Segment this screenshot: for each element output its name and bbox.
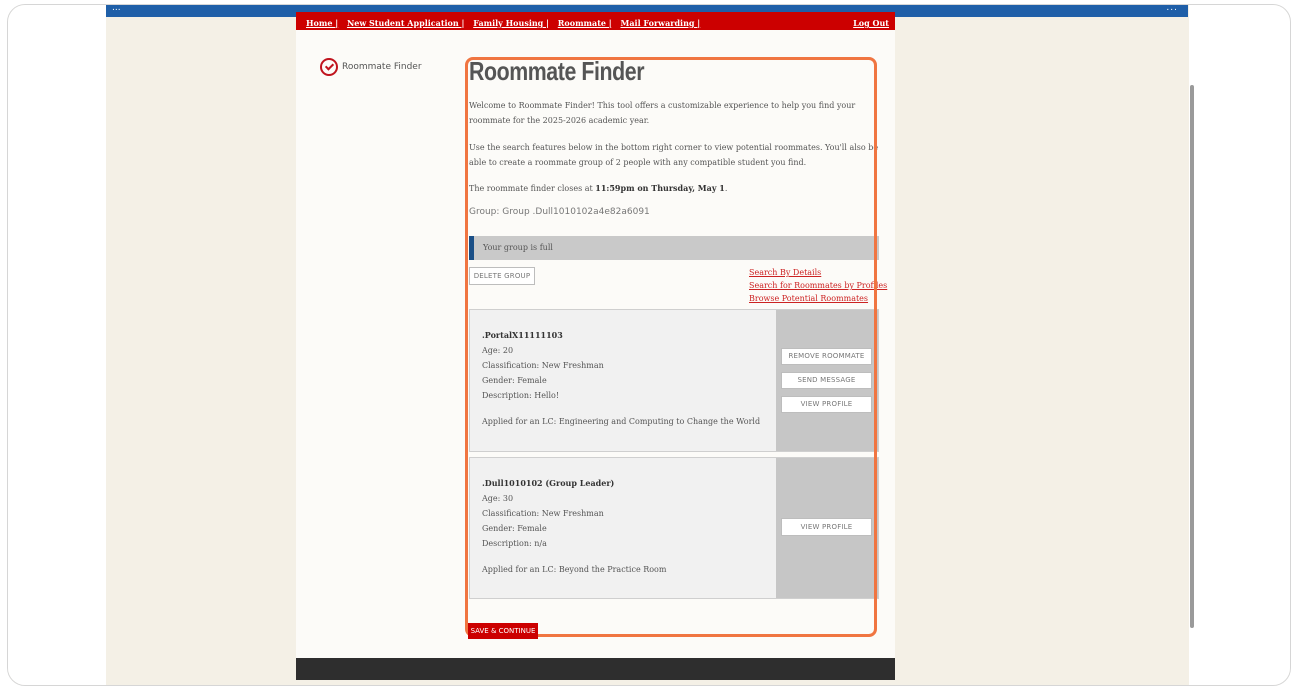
browser-bar-right-text: ... (1166, 4, 1178, 13)
logout-link[interactable]: Log Out (853, 18, 889, 28)
save-continue-button[interactable]: SAVE & CONTINUE (468, 623, 538, 639)
nav-item-family-housing[interactable]: Family Housing | (473, 18, 549, 28)
page-scrollbar[interactable] (1190, 85, 1194, 628)
top-nav: Home | New Student Application | Family … (296, 12, 895, 30)
step-label: Roommate Finder (342, 62, 422, 72)
page-footer (296, 658, 895, 680)
nav-item-mail-forwarding[interactable]: Mail Forwarding | (620, 18, 700, 28)
step-roommate-finder[interactable]: Roommate Finder (320, 58, 422, 76)
check-circle-icon (320, 58, 338, 76)
left-margin (8, 5, 106, 685)
nav-item-roommate[interactable]: Roommate | (558, 18, 612, 28)
nav-item-new-student-application[interactable]: New Student Application | (347, 18, 464, 28)
nav-item-home[interactable]: Home | (306, 18, 338, 28)
right-margin (1189, 5, 1290, 685)
browser-bar-left-text: ... (112, 4, 121, 13)
focus-highlight-box (465, 57, 877, 637)
